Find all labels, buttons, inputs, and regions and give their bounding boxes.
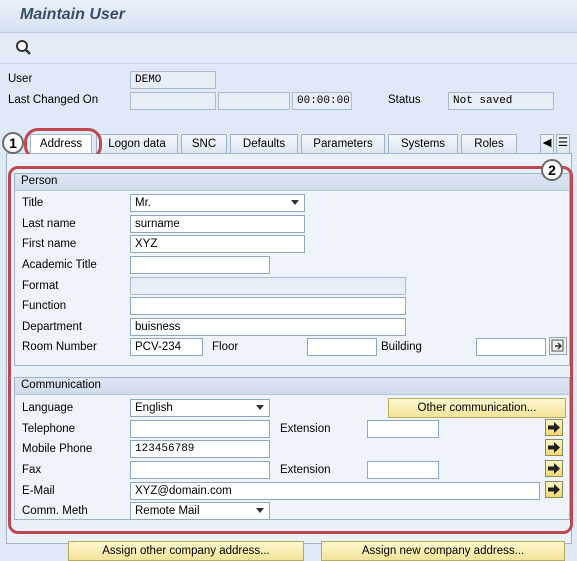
tab-logon-data[interactable]: Logon data [96, 134, 178, 154]
address-panel-highlight [8, 166, 573, 534]
tab-snc[interactable]: SNC [181, 134, 227, 154]
tab-defaults[interactable]: Defaults [230, 134, 298, 154]
status-label: Status [388, 94, 421, 106]
tab-list-icon[interactable]: ☰ [556, 134, 570, 154]
last-changed-label: Last Changed On [8, 94, 99, 106]
last-changed-by-field[interactable] [130, 92, 216, 110]
page-title: Maintain User [20, 6, 125, 23]
tab-roles[interactable]: Roles [461, 134, 517, 154]
callout-1: 1 [2, 132, 24, 154]
find-icon[interactable] [14, 38, 32, 56]
toolbar [0, 33, 577, 64]
tab-scroll-left-icon[interactable]: ◀ [540, 134, 554, 154]
callout-2: 2 [541, 159, 563, 181]
tab-parameters[interactable]: Parameters [301, 134, 385, 154]
tab-systems[interactable]: Systems [388, 134, 458, 154]
assign-other-company-address-button[interactable]: Assign other company address... [68, 541, 304, 561]
last-changed-date-field[interactable] [218, 92, 290, 110]
assign-new-company-address-button[interactable]: Assign new company address... [321, 541, 565, 561]
last-changed-time-field[interactable]: 00:00:00 [292, 92, 352, 110]
status-field: Not saved [448, 92, 554, 110]
user-field[interactable]: DEMO [130, 71, 216, 89]
user-label: User [8, 73, 33, 85]
